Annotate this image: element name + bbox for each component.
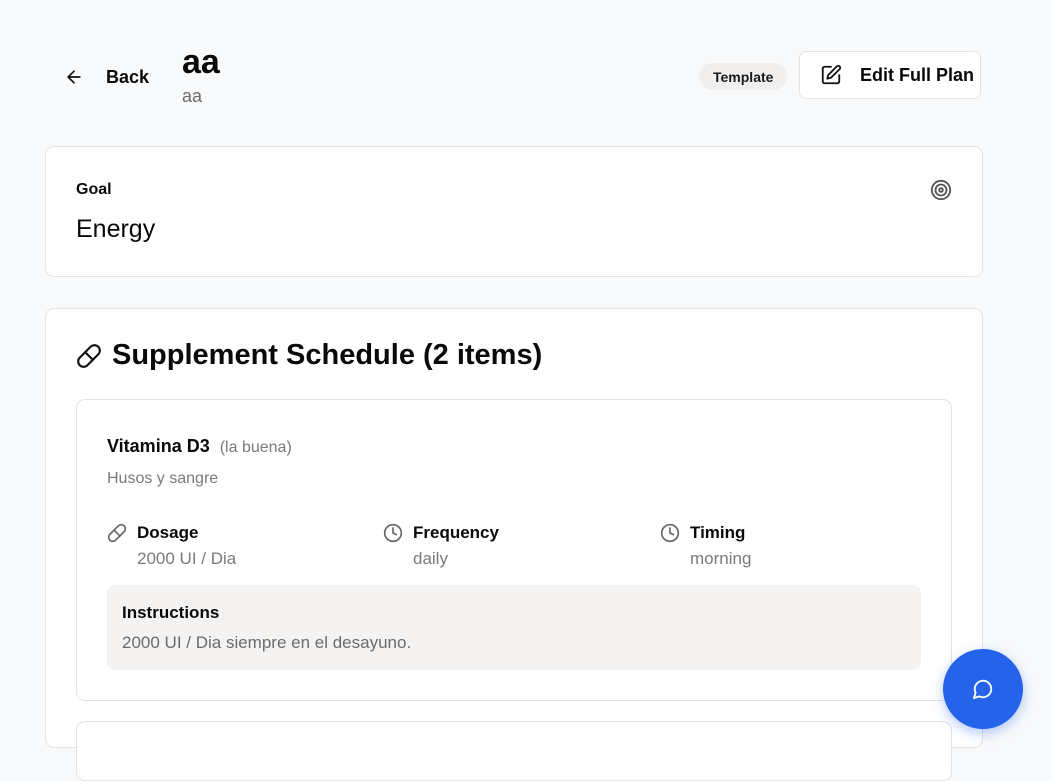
goal-value: Energy <box>76 215 156 243</box>
timing-detail: Timing morning <box>660 522 751 570</box>
timing-value: morning <box>690 549 752 568</box>
supplement-name-row: Vitamina D3 (la buena) <box>107 436 292 457</box>
supplement-item: Vitamina D3 (la buena) Husos y sangre Do… <box>76 399 952 701</box>
pill-icon <box>107 523 127 543</box>
template-badge: Template <box>699 63 788 90</box>
frequency-detail: Frequency daily <box>383 522 499 570</box>
edit-icon <box>821 64 842 85</box>
page-header: Back aa aa Template Edit Full Plan <box>0 0 1052 140</box>
page-title: aa <box>182 43 220 81</box>
target-icon <box>930 179 952 201</box>
supplement-item <box>76 721 952 781</box>
edit-full-plan-button[interactable]: Edit Full Plan <box>799 51 981 99</box>
supplement-schedule-card: Supplement Schedule (2 items) Vitamina D… <box>45 308 983 781</box>
schedule-header: Supplement Schedule (2 items) <box>76 339 542 372</box>
clock-icon <box>660 523 680 543</box>
edit-full-plan-label: Edit Full Plan <box>860 64 975 85</box>
back-button[interactable]: Back <box>64 64 149 90</box>
pill-icon <box>77 343 101 368</box>
instructions-box: Instructions 2000 UI / Dia siempre en el… <box>107 585 921 670</box>
instructions-text: 2000 UI / Dia siempre en el desayuno. <box>122 633 412 652</box>
dosage-value: 2000 UI / Dia <box>137 549 237 568</box>
back-label: Back <box>106 66 150 87</box>
chat-button[interactable] <box>943 649 1023 729</box>
schedule-title: Supplement Schedule (2 items) <box>112 339 543 371</box>
clock-icon <box>383 523 403 543</box>
goal-label: Goal <box>76 181 112 198</box>
frequency-value: daily <box>413 549 448 568</box>
dosage-label: Dosage <box>137 523 199 542</box>
title-block: aa aa <box>182 40 220 108</box>
goal-card: Goal Energy <box>45 146 983 277</box>
timing-label: Timing <box>690 523 746 542</box>
supplement-description: Husos y sangre <box>107 470 219 487</box>
message-circle-icon <box>972 679 993 700</box>
dosage-detail: Dosage 2000 UI / Dia <box>107 522 236 570</box>
page-subtitle: aa <box>182 86 203 106</box>
supplement-name: Vitamina D3 <box>107 436 210 456</box>
supplement-alias: (la buena) <box>219 439 292 456</box>
instructions-label: Instructions <box>122 603 220 622</box>
arrow-left-icon <box>67 70 81 84</box>
frequency-label: Frequency <box>413 523 499 542</box>
